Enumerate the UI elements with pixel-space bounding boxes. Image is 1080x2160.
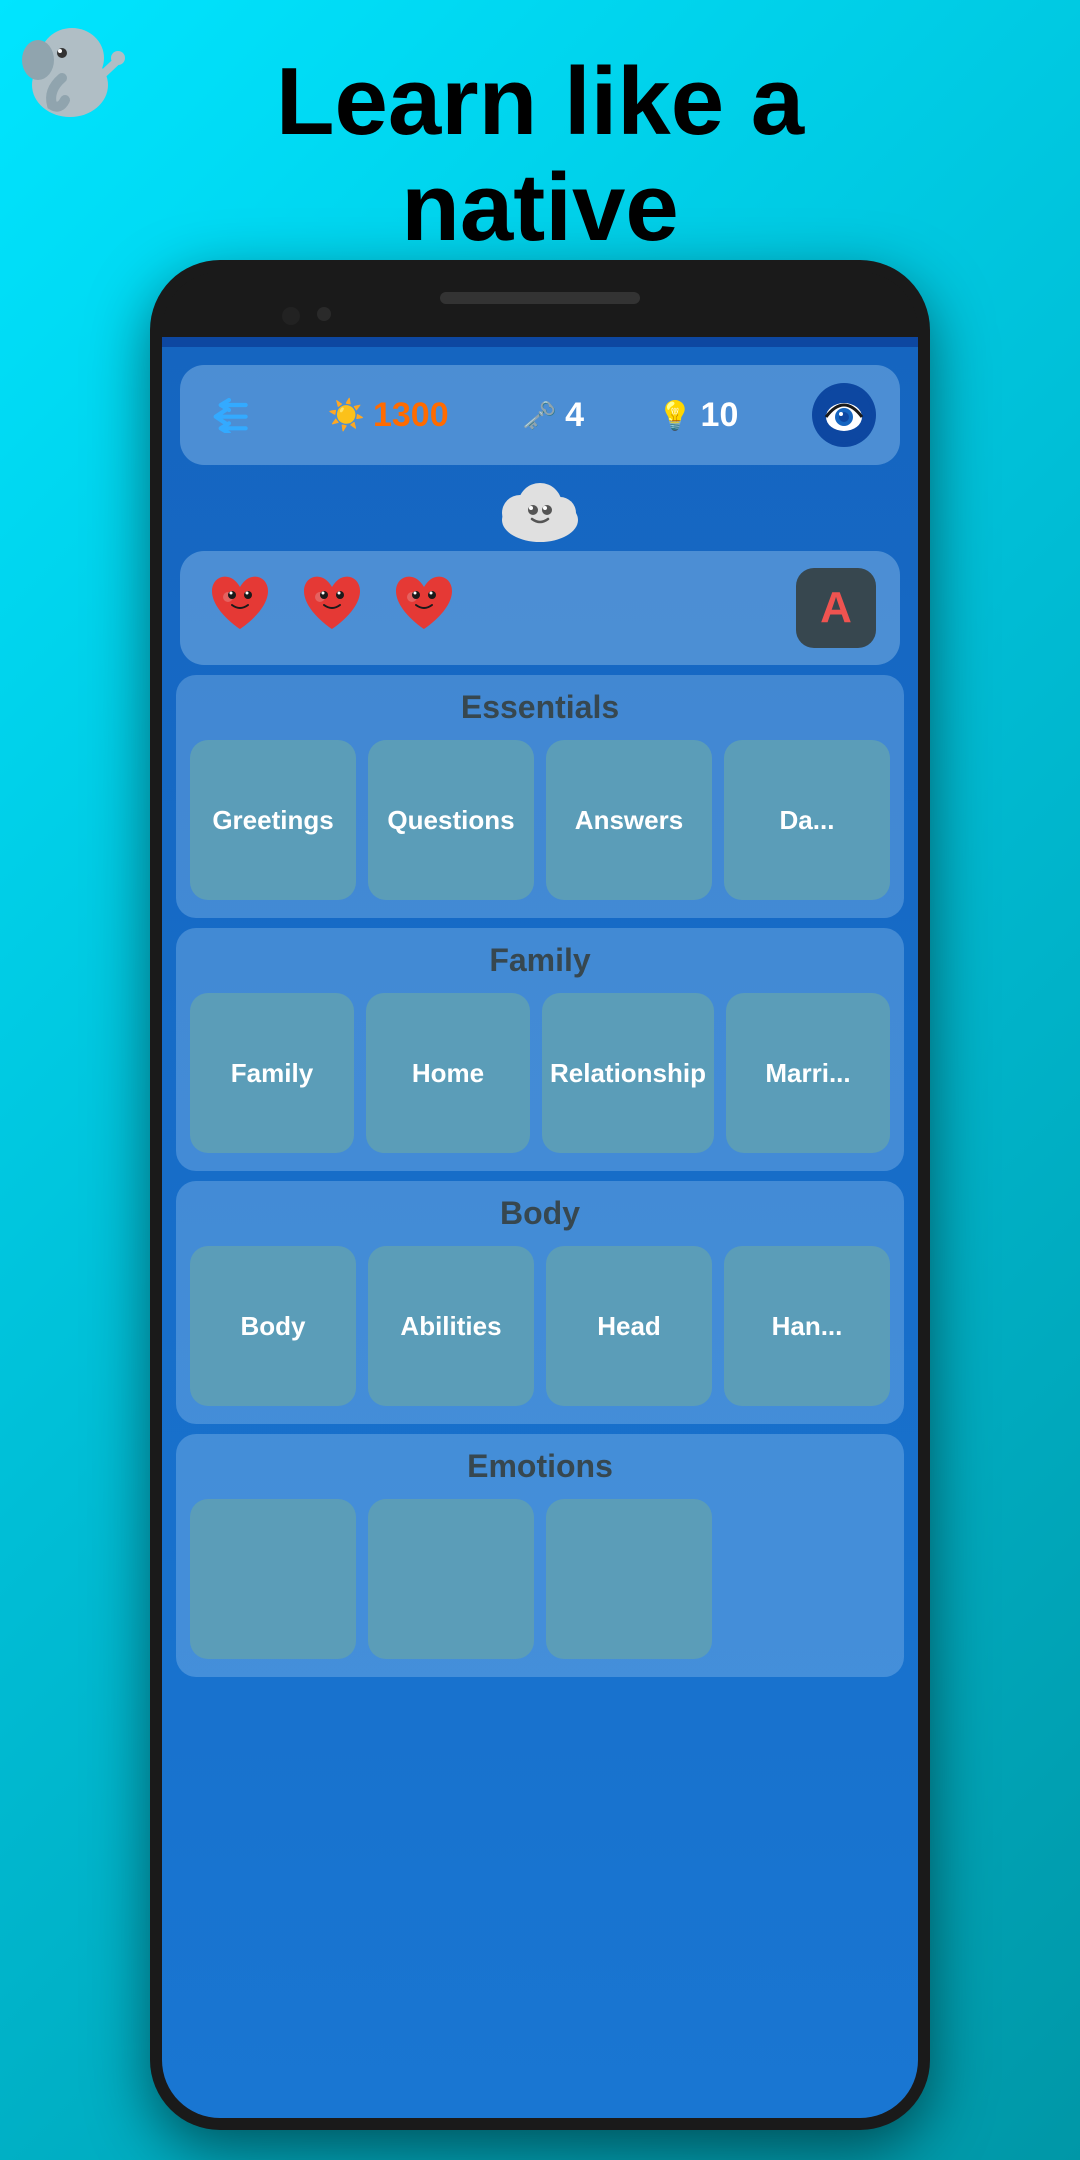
xp-stat: ☀️ 1300 <box>328 396 449 435</box>
hearts-card: A <box>180 551 900 665</box>
top-section: Learn like anative <box>0 0 1080 280</box>
emotions-grid <box>190 1499 890 1659</box>
xp-value: 1300 <box>373 396 449 435</box>
home-label: Home <box>404 1050 492 1097</box>
section-family: Family Family Home Relationship Marri... <box>176 928 904 1171</box>
category-emotion-2[interactable] <box>368 1499 534 1659</box>
gems-stat: 💡 10 <box>658 396 739 435</box>
camera-dot-right <box>317 307 331 321</box>
headline-line2: native <box>401 154 678 261</box>
days-label: Da... <box>772 797 843 844</box>
emotion-1-label <box>265 1571 281 1587</box>
category-body[interactable]: Body <box>190 1246 356 1406</box>
key-icon: 🗝️ <box>522 399 557 432</box>
headline-line1: Learn like a <box>276 48 804 155</box>
keys-value: 4 <box>565 396 584 435</box>
back-arrow-icon[interactable] <box>204 397 254 433</box>
section-body: Body Body Abilities Head Han... <box>176 1181 904 1424</box>
camera-bar <box>440 292 640 304</box>
screen-content[interactable]: ☀️ 1300 🗝️ 4 💡 10 <box>162 337 918 2118</box>
category-relationship[interactable]: Relationship <box>542 993 714 1153</box>
section-emotions: Emotions <box>176 1434 904 1677</box>
hands-label: Han... <box>764 1303 851 1350</box>
cloud-mascot-area <box>162 475 918 545</box>
cloud-mascot <box>495 475 585 545</box>
section-body-title: Body <box>190 1195 890 1232</box>
heart-2 <box>296 567 368 649</box>
heart-3 <box>388 567 460 649</box>
keys-stat: 🗝️ 4 <box>522 396 584 435</box>
camera-dot-left <box>282 307 300 325</box>
abilities-label: Abilities <box>392 1303 509 1350</box>
emotion-3-label <box>621 1571 637 1587</box>
section-essentials: Essentials Greetings Questions Answers D… <box>176 675 904 918</box>
headline-text: Learn like anative <box>276 49 804 260</box>
category-greetings[interactable]: Greetings <box>190 740 356 900</box>
category-head[interactable]: Head <box>546 1246 712 1406</box>
body-label: Body <box>233 1303 314 1350</box>
body-grid: Body Abilities Head Han... <box>190 1246 890 1406</box>
category-emotion-3[interactable] <box>546 1499 712 1659</box>
profile-icon[interactable] <box>812 383 876 447</box>
head-label: Head <box>589 1303 669 1350</box>
category-emotion-1[interactable] <box>190 1499 356 1659</box>
stats-card: ☀️ 1300 🗝️ 4 💡 10 <box>180 365 900 465</box>
mascot-elephant <box>10 10 130 130</box>
section-emotions-title: Emotions <box>190 1448 890 1485</box>
category-answers[interactable]: Answers <box>546 740 712 900</box>
category-questions[interactable]: Questions <box>368 740 534 900</box>
questions-label: Questions <box>379 797 522 844</box>
sun-icon: ☀️ <box>328 398 365 433</box>
category-days[interactable]: Da... <box>724 740 890 900</box>
section-family-title: Family <box>190 942 890 979</box>
category-hands[interactable]: Han... <box>724 1246 890 1406</box>
family-grid: Family Home Relationship Marri... <box>190 993 890 1153</box>
phone-inner: ☀️ 1300 🗝️ 4 💡 10 <box>162 272 918 2118</box>
answers-label: Answers <box>567 797 691 844</box>
marriage-label: Marri... <box>757 1050 858 1097</box>
section-essentials-title: Essentials <box>190 689 890 726</box>
greetings-label: Greetings <box>204 797 341 844</box>
heart-1 <box>204 567 276 649</box>
family-label: Family <box>223 1050 321 1097</box>
vocab-letter: A <box>820 583 852 633</box>
relationship-label: Relationship <box>542 1050 714 1097</box>
vocab-icon[interactable]: A <box>796 568 876 648</box>
status-bar <box>162 337 918 347</box>
essentials-grid: Greetings Questions Answers Da... <box>190 740 890 900</box>
category-family[interactable]: Family <box>190 993 354 1153</box>
gems-value: 10 <box>701 396 739 435</box>
category-marriage[interactable]: Marri... <box>726 993 890 1153</box>
category-home[interactable]: Home <box>366 993 530 1153</box>
bulb-icon: 💡 <box>658 399 693 432</box>
emotion-2-label <box>443 1571 459 1587</box>
category-abilities[interactable]: Abilities <box>368 1246 534 1406</box>
phone-frame: ☀️ 1300 🗝️ 4 💡 10 <box>150 260 930 2130</box>
